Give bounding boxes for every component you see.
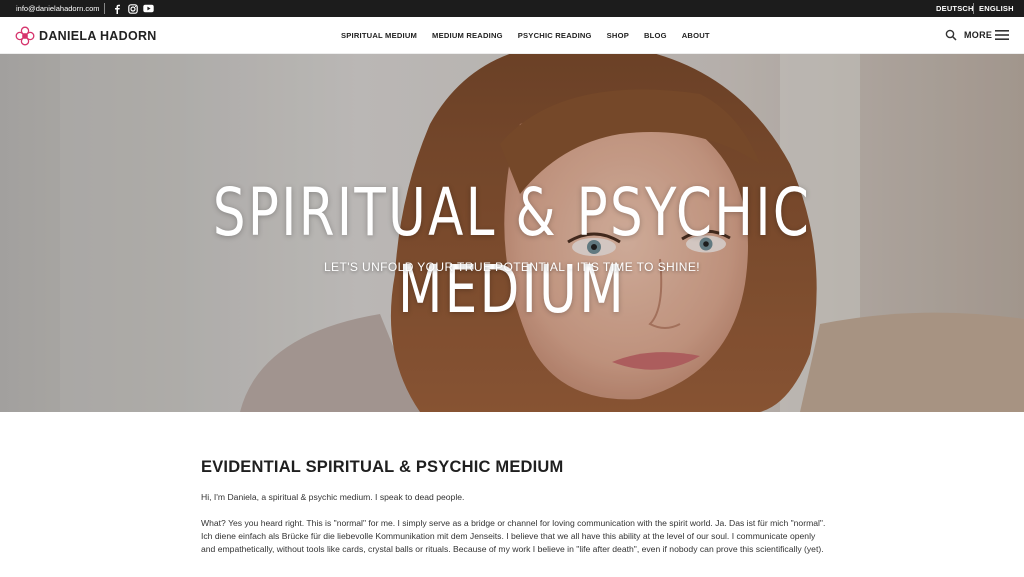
brand-name: DANIELA HADORN — [39, 29, 157, 43]
youtube-icon[interactable] — [143, 3, 154, 14]
body-paragraph: What? Yes you heard right. This is "norm… — [201, 518, 826, 554]
top-bar: info@danielahadorn.com DEUTSCH ENGLISH — [0, 0, 1024, 17]
hero-banner: SPIRITUAL & PSYCHIC MEDIUM LET'S UNFOLD … — [0, 54, 1024, 412]
nav-item-medium-reading[interactable]: MEDIUM READING — [432, 31, 503, 40]
hero-title: SPIRITUAL & PSYCHIC MEDIUM — [212, 174, 812, 328]
email-link[interactable]: info@danielahadorn.com — [16, 4, 100, 13]
hero-subtitle: LET'S UNFOLD YOUR TRUE POTENTIAL - IT'S … — [323, 260, 701, 274]
section-heading: EVIDENTIAL SPIRITUAL & PSYCHIC MEDIUM — [201, 458, 564, 476]
language-deutsch-link[interactable]: DEUTSCH — [936, 4, 974, 13]
nav-item-about[interactable]: ABOUT — [682, 31, 710, 40]
home-logo-link[interactable]: DANIELA HADORN — [15, 26, 157, 46]
flower-logo-icon — [15, 26, 35, 46]
language-english-link[interactable]: ENGLISH — [979, 4, 1014, 13]
nav-item-spiritual-medium[interactable]: SPIRITUAL MEDIUM — [341, 31, 417, 40]
divider — [973, 3, 974, 14]
main-navigation: DANIELA HADORN SPIRITUAL MEDIUM MEDIUM R… — [0, 17, 1024, 54]
intro-section: EVIDENTIAL SPIRITUAL & PSYCHIC MEDIUM Hi… — [201, 458, 831, 556]
instagram-icon[interactable] — [127, 3, 138, 14]
hamburger-menu-icon[interactable] — [995, 30, 1009, 40]
facebook-icon[interactable] — [111, 3, 122, 14]
search-icon[interactable] — [945, 29, 957, 41]
nav-item-shop[interactable]: SHOP — [607, 31, 629, 40]
nav-item-psychic-reading[interactable]: PSYCHIC READING — [518, 31, 592, 40]
nav-item-blog[interactable]: BLOG — [644, 31, 667, 40]
intro-paragraph: Hi, I'm Daniela, a spiritual & psychic m… — [201, 492, 465, 502]
primary-menu: SPIRITUAL MEDIUM MEDIUM READING PSYCHIC … — [341, 31, 725, 40]
divider — [104, 3, 105, 14]
more-menu-label[interactable]: MORE — [964, 30, 992, 40]
